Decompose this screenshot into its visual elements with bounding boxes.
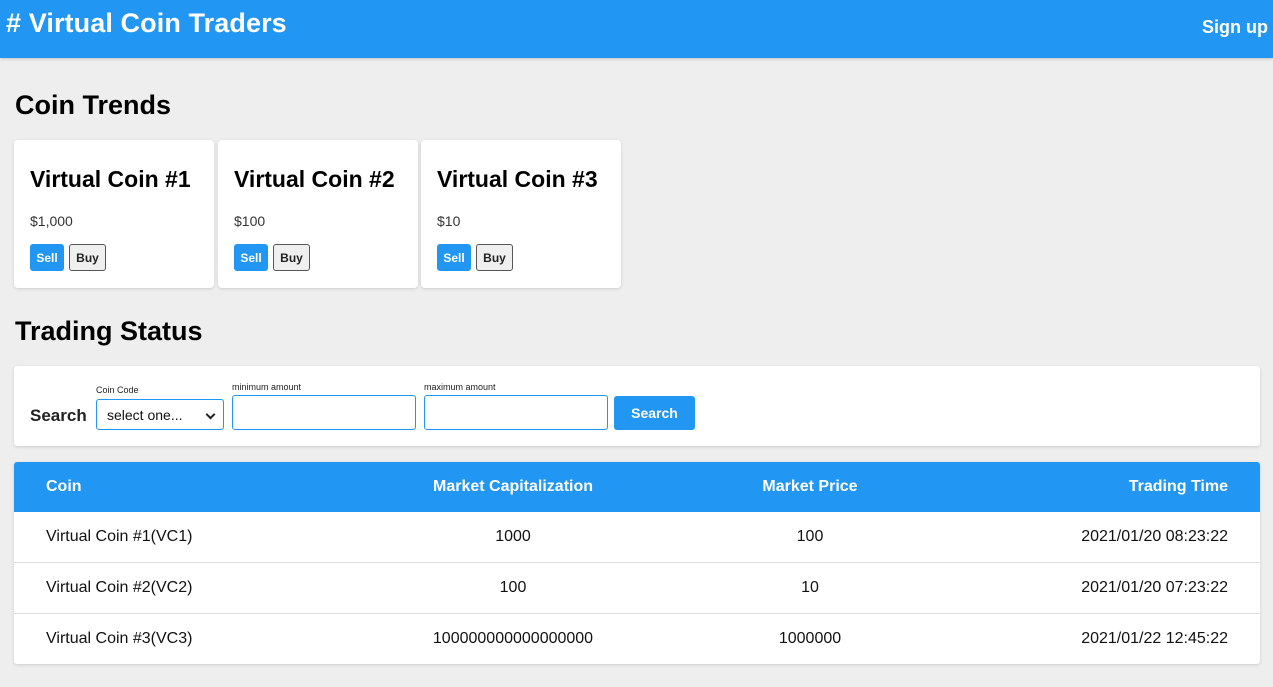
search-panel: Search Coin Code select one... minimum a… [14, 366, 1260, 446]
coin-code-label: Coin Code [96, 385, 139, 395]
column-header-coin: Coin [46, 478, 82, 495]
cell-coin: Virtual Coin #3(VC3) [46, 630, 193, 647]
coin-trends-heading: Coin Trends [15, 90, 172, 120]
coin-card: Virtual Coin #3 $10 Sell Buy [421, 140, 621, 288]
table-row: Virtual Coin #1(VC1) 1000 100 2021/01/20… [14, 512, 1260, 563]
cell-coin: Virtual Coin #2(VC2) [46, 579, 193, 596]
buy-button[interactable]: Buy [69, 244, 106, 271]
cell-coin: Virtual Coin #1(VC1) [46, 528, 193, 545]
minimum-amount-label: minimum amount [232, 382, 302, 392]
signup-link[interactable]: Sign up [1202, 17, 1268, 38]
coin-card: Virtual Coin #1 $1,000 Sell Buy [14, 140, 214, 288]
top-navbar: # Virtual Coin Traders Sign up [0, 0, 1273, 58]
cell-trading-time: 2021/01/20 07:23:22 [1081, 579, 1228, 596]
table-row: Virtual Coin #2(VC2) 100 10 2021/01/20 0… [14, 563, 1260, 614]
buy-button[interactable]: Buy [476, 244, 513, 271]
column-header-trading-time: Trading Time [1128, 478, 1228, 495]
maximum-amount-input[interactable] [424, 395, 608, 430]
table-row: Virtual Coin #3(VC3) 100000000000000000 … [14, 614, 1260, 664]
sell-button[interactable]: Sell [30, 244, 64, 271]
cell-market-cap: 100 [499, 579, 527, 596]
coin-card-name: Virtual Coin #1 [30, 166, 191, 192]
table-header: Coin Market Capitalization Market Price … [14, 462, 1260, 512]
coin-card-price: $100 [234, 213, 266, 229]
coin-code-selected-value: select one... [107, 407, 183, 423]
coin-code-select[interactable]: select one... [96, 399, 224, 430]
trading-status-heading: Trading Status [15, 316, 203, 346]
cell-market-cap: 1000 [495, 528, 531, 545]
cell-market-price: 100 [796, 528, 824, 545]
app-title[interactable]: # Virtual Coin Traders [6, 8, 287, 39]
cell-trading-time: 2021/01/22 12:45:22 [1081, 630, 1228, 647]
chevron-down-icon [205, 409, 216, 420]
coin-card-price: $10 [437, 213, 461, 229]
search-button[interactable]: Search [614, 396, 695, 430]
cell-market-cap: 100000000000000000 [432, 630, 594, 647]
minimum-amount-input[interactable] [232, 395, 416, 430]
search-label: Search [30, 406, 87, 425]
buy-button[interactable]: Buy [273, 244, 310, 271]
coin-card-name: Virtual Coin #2 [234, 166, 395, 192]
sell-button[interactable]: Sell [437, 244, 471, 271]
sell-button[interactable]: Sell [234, 244, 268, 271]
cell-trading-time: 2021/01/20 08:23:22 [1081, 528, 1228, 545]
maximum-amount-label: maximum amount [424, 382, 496, 392]
trading-table: Coin Market Capitalization Market Price … [14, 462, 1260, 664]
cell-market-price: 10 [801, 579, 819, 596]
coin-card-name: Virtual Coin #3 [437, 166, 598, 192]
column-header-market-cap: Market Capitalization [432, 478, 594, 495]
coin-card-price: $1,000 [30, 213, 73, 229]
coin-card: Virtual Coin #2 $100 Sell Buy [218, 140, 418, 288]
cell-market-price: 1000000 [778, 630, 842, 647]
column-header-market-price: Market Price [762, 478, 858, 495]
